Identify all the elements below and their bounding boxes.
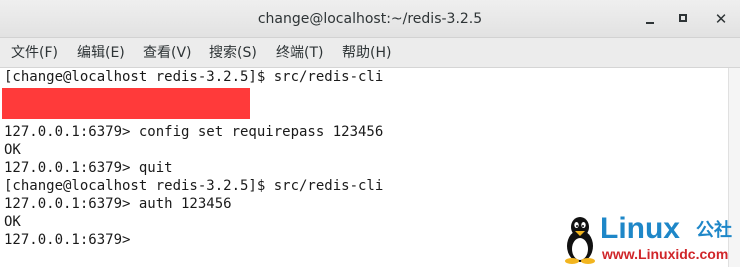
maximize-icon	[679, 14, 687, 22]
minimize-button[interactable]	[640, 9, 660, 29]
terminal-window: change@localhost:~/redis-3.2.5 ✕ 文件(F) 编…	[0, 0, 740, 267]
menu-search[interactable]: 搜索(S)	[209, 38, 257, 68]
terminal-line: 127.0.0.1:6379> quit	[4, 160, 173, 176]
maximize-button[interactable]	[674, 9, 694, 29]
terminal-line: [change@localhost redis-3.2.5]$ src/redi…	[4, 69, 384, 85]
watermark-brand-cn: 公社	[696, 220, 732, 241]
watermark-url: www.Linuxidc.com	[602, 246, 729, 262]
window-title: change@localhost:~/redis-3.2.5	[257, 11, 483, 27]
terminal-line: OK	[4, 142, 21, 158]
menu-edit[interactable]: 编辑(E)	[77, 38, 125, 68]
tux-penguin-icon	[565, 217, 595, 264]
terminal-line: [change@localhost redis-3.2.5]$ src/redi…	[4, 178, 384, 194]
close-icon: ✕	[714, 10, 728, 28]
menu-terminal[interactable]: 终端(T)	[276, 38, 323, 68]
title-bar[interactable]: change@localhost:~/redis-3.2.5 ✕	[0, 0, 740, 38]
close-button[interactable]: ✕	[711, 9, 731, 29]
menu-view[interactable]: 查看(V)	[143, 38, 192, 68]
redaction-block	[2, 88, 250, 119]
minimize-icon	[646, 22, 654, 24]
terminal-line: 127.0.0.1:6379> config set requirepass 1…	[4, 124, 384, 140]
terminal-prompt: 127.0.0.1:6379>	[4, 232, 139, 248]
terminal-line: OK	[4, 214, 21, 230]
menu-help[interactable]: 帮助(H)	[342, 38, 391, 68]
watermark-logo: Linux 公社 www.Linuxidc.com	[562, 212, 740, 267]
watermark-brand: Linux	[600, 212, 680, 245]
menu-bar: 文件(F) 编辑(E) 查看(V) 搜索(S) 终端(T) 帮助(H)	[0, 38, 740, 68]
terminal-line: 127.0.0.1:6379> auth 123456	[4, 196, 232, 212]
menu-file[interactable]: 文件(F)	[11, 38, 58, 68]
